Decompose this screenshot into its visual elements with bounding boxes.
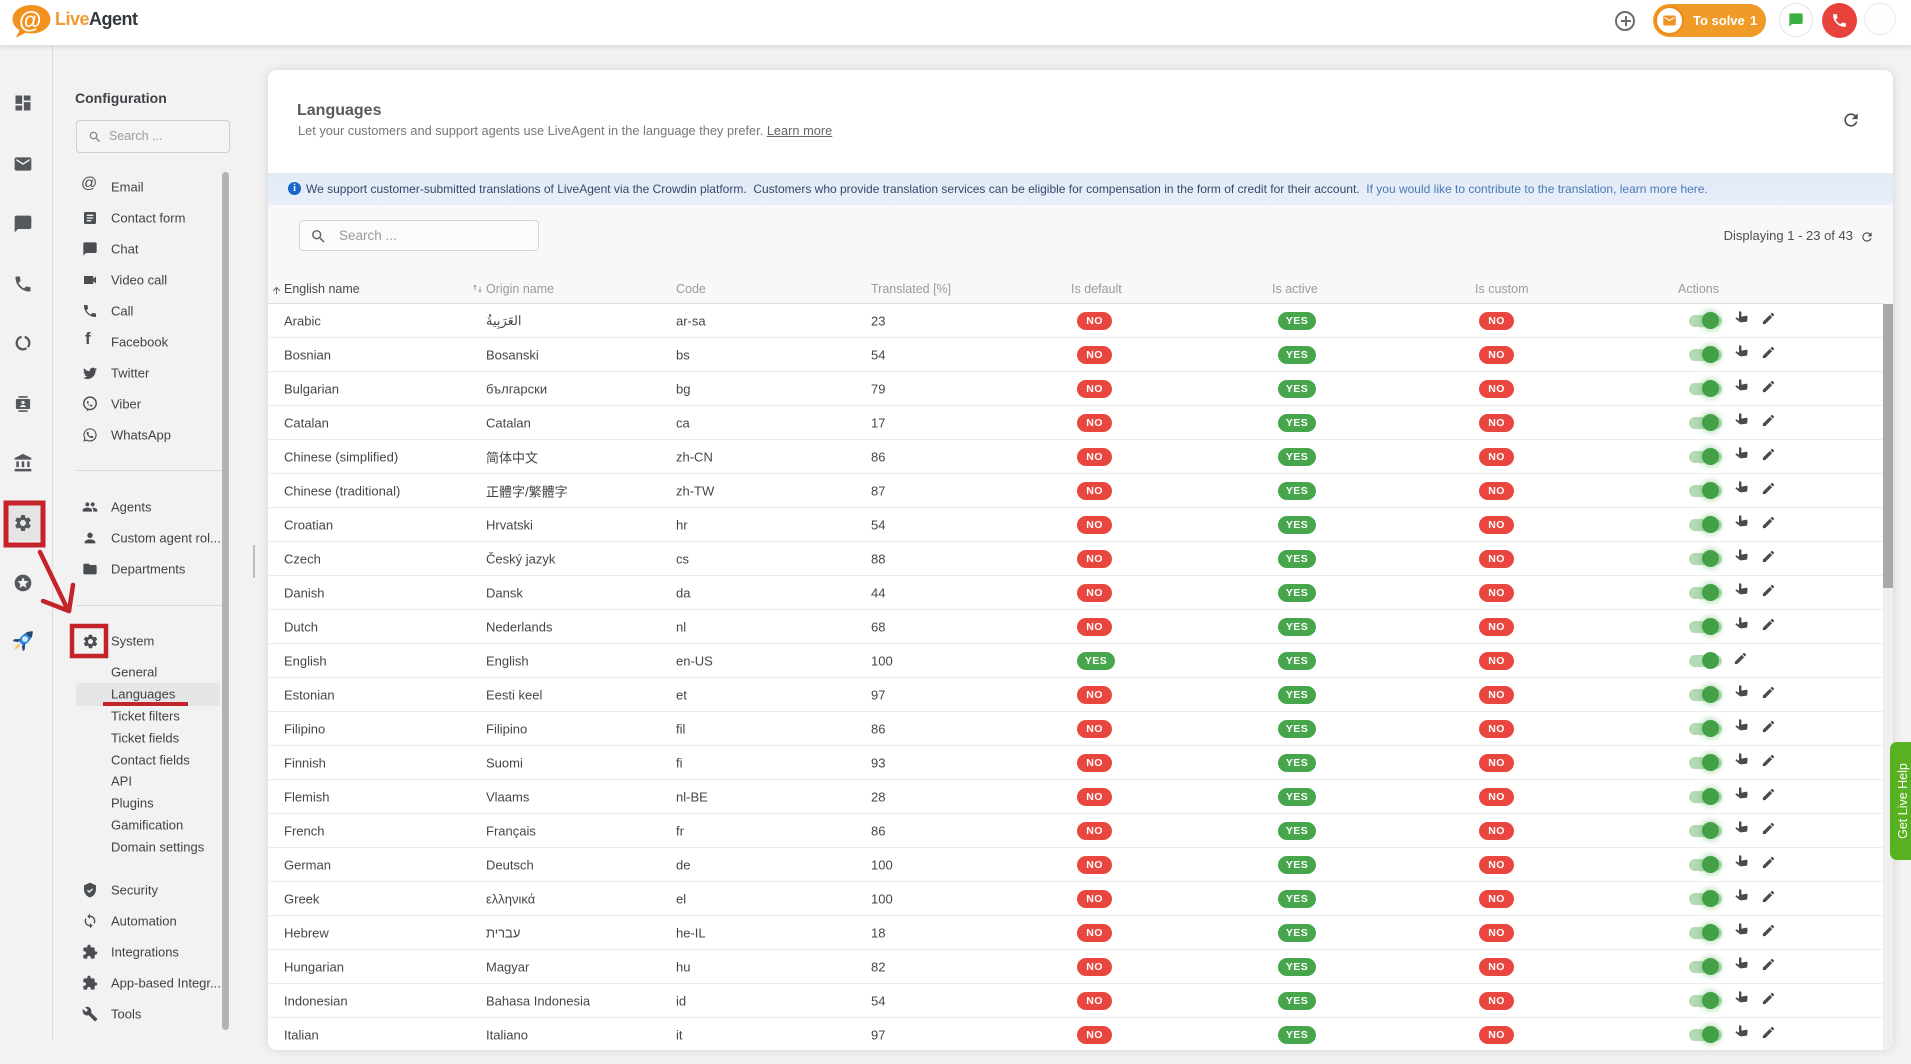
svg-text:@: @ <box>19 7 41 33</box>
